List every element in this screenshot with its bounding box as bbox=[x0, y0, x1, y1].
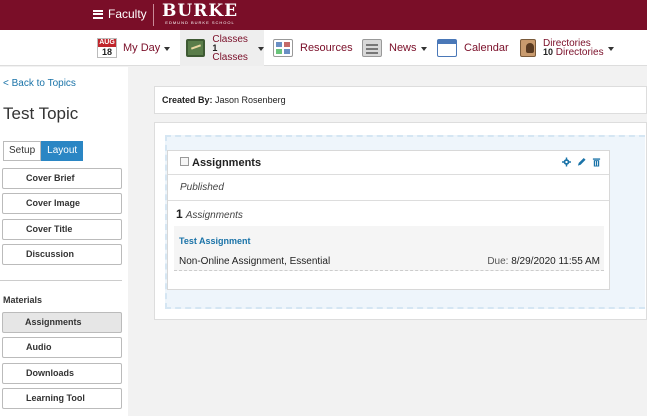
sidebar-tabs: Setup Layout bbox=[3, 141, 84, 161]
nav-news-label: News bbox=[389, 42, 417, 54]
resources-icon bbox=[273, 39, 293, 57]
gear-icon[interactable] bbox=[562, 157, 571, 167]
topic-title: Test Topic bbox=[3, 104, 79, 123]
assignment-link[interactable]: Test Assignment bbox=[179, 236, 251, 246]
nav-directories[interactable]: Directories 10 Directories bbox=[520, 30, 614, 66]
caret-down-icon bbox=[420, 47, 427, 51]
nav-classes-count-label: Classes bbox=[212, 51, 248, 63]
publish-status: Published bbox=[168, 175, 609, 201]
news-icon bbox=[362, 39, 382, 57]
nav-directories-count-label: Directories bbox=[555, 47, 604, 58]
discussion-button[interactable]: Discussion bbox=[2, 244, 122, 265]
logo-subtitle: EDMUND BURKE SCHOOL bbox=[165, 20, 235, 25]
due-label: Due: bbox=[487, 256, 509, 267]
assignments-button[interactable]: Assignments bbox=[2, 312, 122, 333]
classes-icon bbox=[186, 39, 206, 57]
nav-classes-count: 1 Classes bbox=[212, 43, 254, 63]
list-item: Test Assignment Non-Online Assignment, E… bbox=[174, 226, 604, 271]
nav-resources[interactable]: Resources bbox=[273, 30, 353, 66]
nav-news[interactable]: News bbox=[362, 30, 427, 66]
school-logo[interactable]: BURKE EDMUND BURKE SCHOOL bbox=[162, 2, 238, 25]
assignment-count-label: Assignments bbox=[185, 210, 243, 221]
materials-heading: Materials bbox=[3, 295, 43, 305]
assignment-count-number: 1 bbox=[176, 207, 183, 221]
card-tools bbox=[562, 157, 601, 167]
assignments-card[interactable]: Assignments Published 1 Assignments Test… bbox=[167, 150, 610, 290]
nav-directories-count: 10 Directories bbox=[543, 47, 604, 58]
assignment-type: Non-Online Assignment, Essential bbox=[179, 256, 331, 267]
cover-brief-button[interactable]: Cover Brief bbox=[2, 168, 122, 189]
nav-resources-label: Resources bbox=[300, 42, 353, 54]
directories-icon bbox=[520, 39, 536, 57]
nav-my-day-label: My Day bbox=[123, 42, 161, 54]
trash-icon[interactable] bbox=[592, 157, 601, 167]
nav-calendar[interactable]: Calendar bbox=[437, 30, 509, 66]
learning-tool-button[interactable]: Learning Tool bbox=[2, 388, 122, 409]
created-by-bar: Created By: Jason Rosenberg bbox=[154, 86, 647, 114]
cover-title-button[interactable]: Cover Title bbox=[2, 219, 122, 240]
card-title: Assignments bbox=[192, 156, 262, 169]
due-value: 8/29/2020 11:55 AM bbox=[511, 256, 600, 267]
faculty-label: Faculty bbox=[108, 7, 147, 21]
created-by-name: Jason Rosenberg bbox=[215, 95, 286, 105]
card-header: Assignments bbox=[168, 151, 609, 175]
topic-sidebar: < Back to Topics Test Topic Setup Layout… bbox=[0, 67, 128, 416]
tab-layout[interactable]: Layout bbox=[41, 141, 84, 161]
back-to-topics-link[interactable]: < Back to Topics bbox=[3, 78, 76, 89]
nav-classes-label: Classes bbox=[212, 33, 248, 45]
assignment-count: 1 Assignments bbox=[176, 207, 243, 221]
caret-down-icon bbox=[164, 47, 171, 51]
downloads-button[interactable]: Downloads bbox=[2, 363, 122, 384]
edit-page-icon bbox=[180, 157, 189, 166]
nav-my-day[interactable]: AUG 18 My Day bbox=[97, 30, 171, 66]
date-badge: AUG 18 bbox=[97, 38, 117, 58]
top-brand-bar: Faculty BURKE EDMUND BURKE SCHOOL bbox=[0, 0, 647, 30]
cover-image-button[interactable]: Cover Image bbox=[2, 193, 122, 214]
caret-down-icon bbox=[258, 47, 264, 51]
calendar-icon bbox=[437, 39, 457, 57]
nav-directories-count-num: 10 bbox=[543, 47, 554, 57]
hamburger-icon bbox=[93, 9, 103, 19]
brand-divider bbox=[153, 4, 154, 26]
nav-calendar-label: Calendar bbox=[464, 42, 509, 54]
pencil-icon[interactable] bbox=[577, 157, 586, 167]
created-by-label: Created By: bbox=[162, 95, 213, 105]
audio-button[interactable]: Audio bbox=[2, 337, 122, 358]
main-nav: AUG 18 My Day Classes 1 Classes Resource… bbox=[0, 30, 647, 66]
caret-down-icon bbox=[607, 47, 614, 51]
date-badge-day: 18 bbox=[101, 47, 112, 57]
tab-setup[interactable]: Setup bbox=[3, 141, 42, 161]
nav-classes[interactable]: Classes 1 Classes bbox=[180, 30, 264, 66]
date-badge-month: AUG bbox=[98, 39, 116, 47]
logo-wordmark: BURKE bbox=[162, 1, 239, 21]
sidebar-divider bbox=[0, 280, 122, 281]
faculty-menu[interactable]: Faculty bbox=[93, 7, 147, 21]
assignment-due: Due: 8/29/2020 11:55 AM bbox=[487, 256, 600, 267]
